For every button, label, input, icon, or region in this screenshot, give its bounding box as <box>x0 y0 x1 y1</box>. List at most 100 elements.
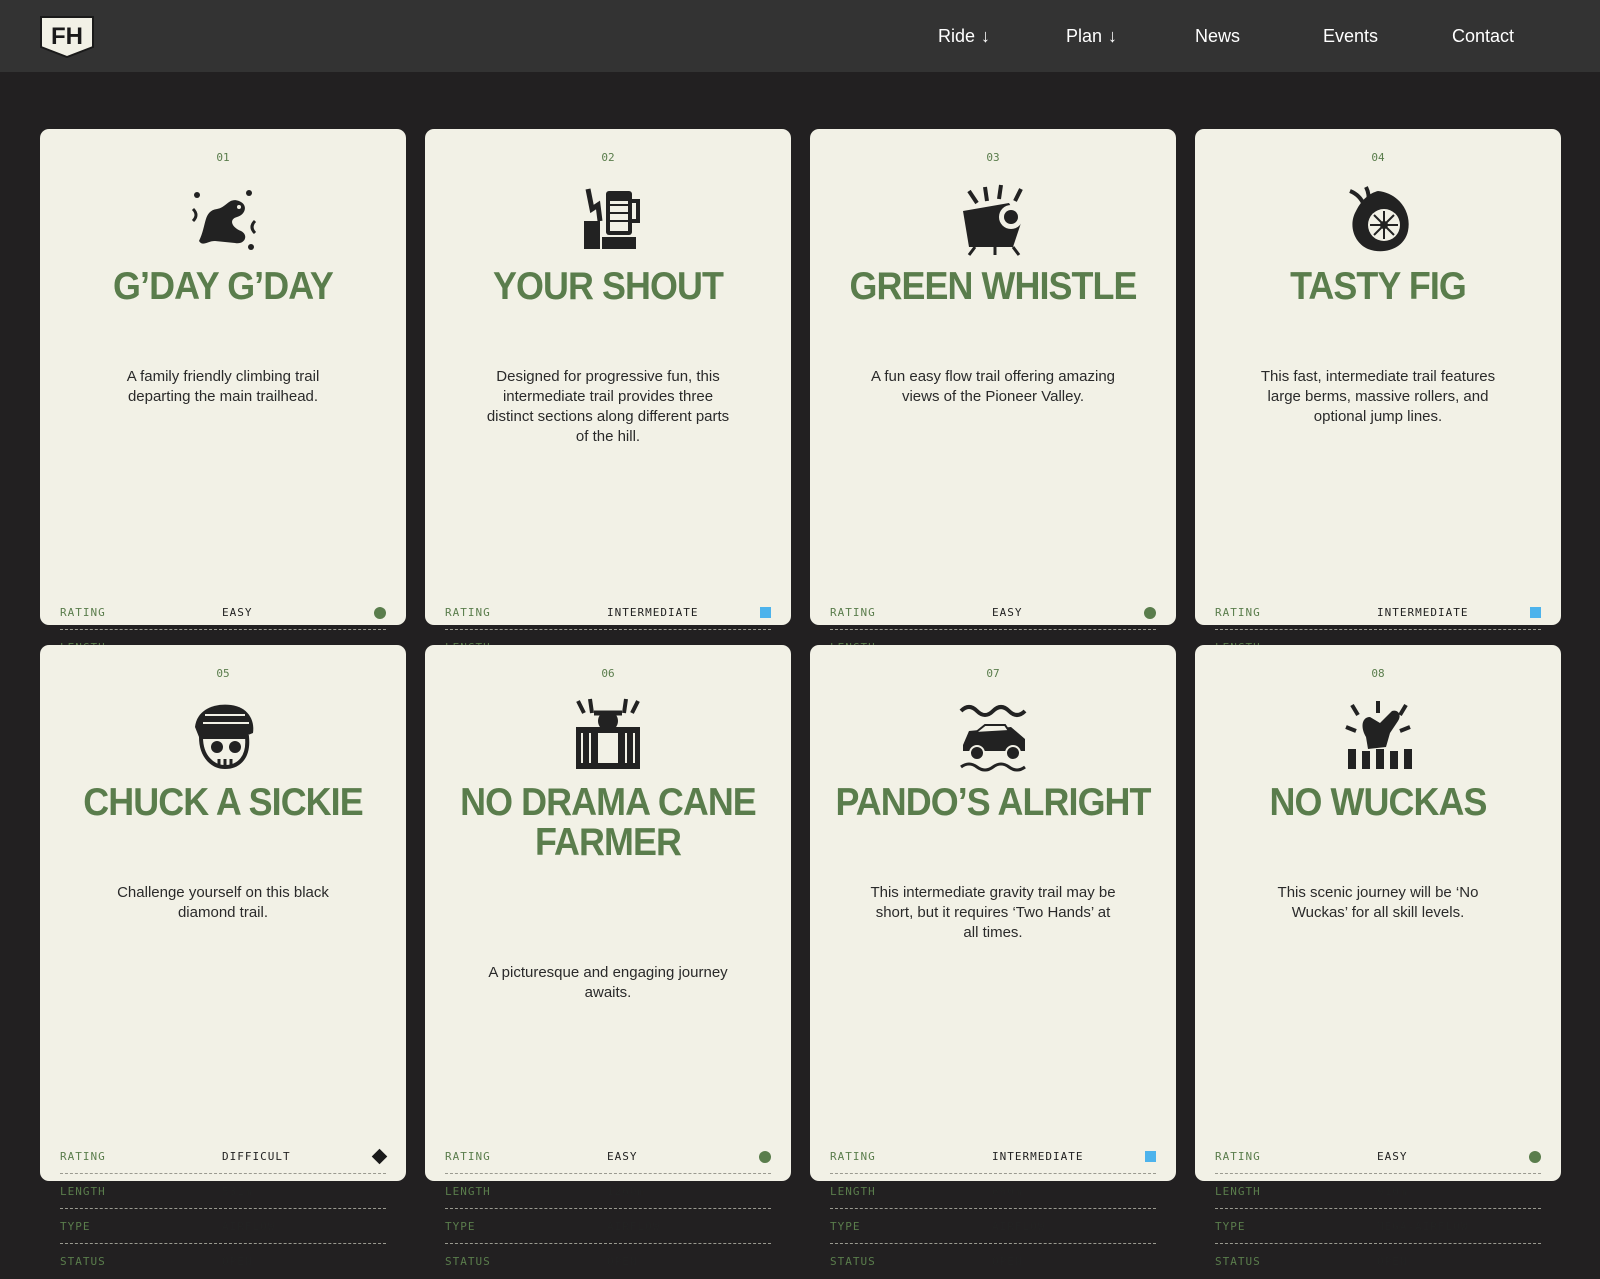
trail-description: This intermediate gravity trail may be s… <box>870 884 1116 941</box>
spec-value-length: 531m <box>222 1185 253 1198</box>
spec-row-length: LENGTH 910m <box>1215 1174 1541 1209</box>
spec-row-rating: RATING EASY <box>445 1139 771 1174</box>
shaka-hand-icon <box>1345 701 1412 769</box>
cane-farmer-icon <box>576 698 640 769</box>
spec-value-rating: INTERMEDIATE <box>607 606 699 619</box>
beer-icon <box>584 188 640 249</box>
spec-label-type: TYPE <box>830 1220 861 1233</box>
spec-value-status: OPEN <box>992 1255 1023 1268</box>
arrow-down-icon: ↓ <box>981 26 991 46</box>
trail-number: 06 <box>601 667 615 680</box>
trail-specs: RATING EASY LENGTH 910m TYPE MEGA-AIRFLOW STAT… <box>1215 1139 1541 1279</box>
spec-label-status: STATUS <box>1215 1255 1261 1268</box>
trail-title[interactable]: NO WUCKAS <box>1219 783 1537 823</box>
spec-row-status: STATUS OPEN <box>1215 1244 1541 1279</box>
spec-label-rating: RATING <box>830 1150 876 1163</box>
trail-description: A picturesque and engaging journey await… <box>488 964 728 1001</box>
spec-label-rating: RATING <box>1215 606 1261 619</box>
fig-icon <box>1349 186 1409 252</box>
spec-value-rating: DIFFICULT <box>222 1150 291 1163</box>
trail-card[interactable]: 03 GREEN WHISTLE A fun easy flow trail off… <box>810 129 1176 724</box>
top-navigation-bar: FH Ride ↓ Plan ↓ News Events Contact <box>0 0 1600 72</box>
spec-value-length: 910m <box>1377 1185 1408 1198</box>
black-diamond-icon <box>371 1148 388 1165</box>
spec-label-length: LENGTH <box>830 1185 876 1198</box>
trail-description: This fast, intermediate trail features l… <box>1260 368 1496 425</box>
nav-plan[interactable]: Plan ↓ <box>1066 24 1117 48</box>
spec-row-rating: RATING DIFFICULT <box>60 1139 388 1174</box>
trail-card[interactable]: 01 G’DAY G’DAY A family friendly climbing … <box>40 129 406 724</box>
spec-label-type: TYPE <box>445 1220 476 1233</box>
spec-value-type: AIRFLOW <box>222 1220 276 1233</box>
nav-events[interactable]: Events <box>1323 24 1378 48</box>
spec-label-type: TYPE <box>60 1220 91 1233</box>
trail-number: 01 <box>216 151 230 164</box>
spec-row-status: STATUS OPEN <box>445 1244 771 1279</box>
trail-title[interactable]: G’DAY G’DAY <box>64 267 382 307</box>
spec-label-rating: RATING <box>445 1150 491 1163</box>
spec-row-type: TYPE AIRFLOW <box>445 1209 771 1244</box>
trail-number: 02 <box>601 151 615 164</box>
nav-contact[interactable]: Contact <box>1452 24 1514 48</box>
trail-number: 07 <box>986 667 1000 680</box>
trail-card[interactable]: 05 CHUCK A SICKIE Challenge yourself on th… <box>40 645 406 1268</box>
spec-value-status: OPEN <box>222 1255 253 1268</box>
trail-card[interactable]: 02 YOUR SHOUT Designed for progressive fun… <box>425 129 791 724</box>
spec-value-type: AIRFLOW <box>607 1220 661 1233</box>
spec-label-length: LENGTH <box>1215 1185 1261 1198</box>
spec-value-length: 660m <box>992 1185 1023 1198</box>
spec-row-status: STATUS OPEN <box>60 1244 386 1279</box>
arrow-down-icon: ↓ <box>1108 26 1118 46</box>
trail-description: A family friendly climbing trail departi… <box>126 368 320 405</box>
spec-row-type: TYPE MEGA-AIRFLOW <box>1215 1209 1541 1244</box>
trail-title[interactable]: NO DRAMA CANE FARMER <box>449 783 767 863</box>
spec-label-rating: RATING <box>60 1150 106 1163</box>
spec-value-rating: INTERMEDIATE <box>992 1150 1084 1163</box>
trail-card[interactable]: 08 NO WUCKAS This scenic journey will be ‘… <box>1195 645 1561 1268</box>
spec-row-rating: RATING INTERMEDIATE <box>830 1139 1156 1174</box>
green-circle-icon <box>759 1151 771 1163</box>
spec-value-rating: EASY <box>992 606 1023 619</box>
trail-title[interactable]: YOUR SHOUT <box>449 267 767 307</box>
trail-title[interactable]: PANDO’S ALRIGHT <box>834 783 1152 823</box>
trail-description: A fun easy flow trail offering amazing v… <box>870 368 1116 405</box>
spec-value-status: OPEN <box>607 1255 638 1268</box>
spec-value-status: OPEN <box>1377 1255 1408 1268</box>
spec-value-rating: INTERMEDIATE <box>1377 606 1469 619</box>
spec-row-length: LENGTH 531m <box>60 1174 386 1209</box>
spec-label-length: LENGTH <box>60 1185 106 1198</box>
nav-ride-label: Ride <box>938 26 976 46</box>
trail-card[interactable]: 06 NO DRAMA CANE FARMER A picturesque and … <box>425 645 791 1268</box>
trail-description: This scenic journey will be ‘No Wuckas’ … <box>1277 884 1479 921</box>
trail-card[interactable]: 04 TASTY FIG This fast, intermediate trail… <box>1195 129 1561 724</box>
spec-row-rating: RATING EASY <box>1215 1139 1541 1174</box>
trail-description: Challenge yourself on this black diamond… <box>117 884 329 921</box>
trail-title[interactable]: CHUCK A SICKIE <box>64 783 382 823</box>
spec-row-length: LENGTH 660m <box>830 1174 1156 1209</box>
spec-label-length: LENGTH <box>445 1185 491 1198</box>
trail-specs: RATING INTERMEDIATE LENGTH 660m TYPE AIRFLOW S… <box>830 1139 1156 1279</box>
spec-label-status: STATUS <box>60 1255 106 1268</box>
spec-value-rating: EASY <box>222 606 253 619</box>
spec-value-rating: EASY <box>1377 1150 1408 1163</box>
spec-label-rating: RATING <box>60 606 106 619</box>
spec-label-type: TYPE <box>1215 1220 1246 1233</box>
skull-helmet-icon <box>195 704 254 770</box>
trail-card[interactable]: 07 PANDO’S ALRIGHT This intermediate gravi… <box>810 645 1176 1268</box>
spec-row-status: STATUS OPEN <box>830 1244 1156 1279</box>
spec-label-status: STATUS <box>445 1255 491 1268</box>
trail-title[interactable]: GREEN WHISTLE <box>834 267 1152 307</box>
trail-number: 08 <box>1371 667 1385 680</box>
trail-title[interactable]: TASTY FIG <box>1219 267 1537 307</box>
nav-ride[interactable]: Ride ↓ <box>938 24 990 48</box>
spec-row-rating: RATING EASY <box>830 595 1156 630</box>
lizard-icon <box>191 190 257 250</box>
spec-row-rating: RATING INTERMEDIATE <box>445 595 771 630</box>
spec-label-status: STATUS <box>830 1255 876 1268</box>
nav-news[interactable]: News <box>1195 24 1240 48</box>
trail-number: 05 <box>216 667 230 680</box>
green-circle-icon <box>1144 607 1156 619</box>
spec-label-rating: RATING <box>830 606 876 619</box>
trail-specs: RATING EASY LENGTH 1260m TYPE AIRFLOW STATUS OP… <box>445 1139 771 1279</box>
spec-label-rating: RATING <box>445 606 491 619</box>
